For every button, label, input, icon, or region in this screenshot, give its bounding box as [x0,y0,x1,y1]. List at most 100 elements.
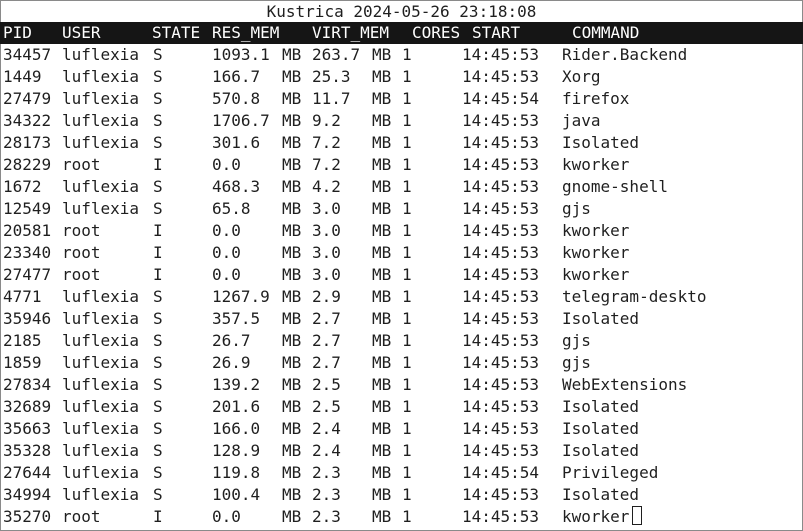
table-row: 34994 luflexia S 100.4 MB 2.3 MB 1 14:45:53 Isola… [0,484,803,506]
cell-virt-unit: MB [372,463,392,482]
table-row: 1449 luflexia S 166.7 MB 25.3 MB 1 14:45:53 Xorg [0,66,803,88]
cell-virt-mem: 11.7 [312,89,351,108]
cell-virt-unit: MB [372,441,392,460]
cell-virt-mem: 263.7 [312,45,361,64]
cell-pid: 34322 [3,111,52,130]
cell-user: luflexia [62,67,140,86]
cell-res-unit: MB [282,177,302,196]
cell-res-mem: 301.6 [212,133,261,152]
header-res-mem: RES_MEM [212,23,280,42]
cell-res-mem: 468.3 [212,177,261,196]
cell-cores: 1 [402,265,412,284]
cell-cores: 1 [402,221,412,240]
table-row: 12549 luflexia S 65.8 MB 3.0 MB 1 14:45:53 gjs [0,198,803,220]
cell-res-mem: 570.8 [212,89,261,108]
cell-state: S [153,331,163,350]
cell-virt-unit: MB [372,155,392,174]
process-table: 34457 luflexia S 1093.1 MB 263.7 MB 1 14:45:53 Ri… [0,44,803,528]
cell-virt-mem: 7.2 [312,133,341,152]
cell-user: root [62,243,101,262]
cell-virt-mem: 2.7 [312,331,341,350]
cell-command: Isolated [562,485,640,504]
cell-cores: 1 [402,463,412,482]
table-row: 27834 luflexia S 139.2 MB 2.5 MB 1 14:45:53 WebEx… [0,374,803,396]
cell-start: 14:45:53 [462,331,540,350]
cell-virt-mem: 2.4 [312,441,341,460]
cell-command: Privileged [562,463,659,482]
cell-command: kworker [562,243,630,262]
cell-command: kworker [562,265,630,284]
cell-pid: 2185 [3,331,42,350]
cell-cores: 1 [402,309,412,328]
cell-virt-unit: MB [372,133,392,152]
cell-res-unit: MB [282,111,302,130]
cell-pid: 35663 [3,419,52,438]
cell-pid: 35946 [3,309,52,328]
cell-pid: 27477 [3,265,52,284]
cell-command: Isolated [562,133,640,152]
cell-start: 14:45:53 [462,287,540,306]
cell-pid: 1449 [3,67,42,86]
cell-cores: 1 [402,507,412,526]
table-row: 28229 root I 0.0 MB 7.2 MB 1 14:45:53 kworker [0,154,803,176]
cell-start: 14:45:53 [462,397,540,416]
cell-pid: 12549 [3,199,52,218]
header-pid: PID [3,23,32,42]
cell-user: luflexia [62,353,140,372]
table-row: 27479 luflexia S 570.8 MB 11.7 MB 1 14:45:54 fire… [0,88,803,110]
cell-res-unit: MB [282,397,302,416]
cell-virt-mem: 25.3 [312,67,351,86]
table-row: 2185 luflexia S 26.7 MB 2.7 MB 1 14:45:53 gjs [0,330,803,352]
cell-cores: 1 [402,67,412,86]
cell-user: root [62,265,101,284]
cell-state: I [153,155,163,174]
cell-res-unit: MB [282,243,302,262]
cell-res-unit: MB [282,419,302,438]
cell-res-mem: 65.8 [212,199,251,218]
cell-start: 14:45:53 [462,111,540,130]
cell-res-mem: 166.7 [212,67,261,86]
cell-virt-mem: 7.2 [312,155,341,174]
cell-user: luflexia [62,331,140,350]
cell-command: Isolated [562,309,640,328]
cell-state: I [153,221,163,240]
cell-command: kworker [562,221,630,240]
cell-pid: 20581 [3,221,52,240]
cell-res-mem: 119.8 [212,463,261,482]
cell-start: 14:45:53 [462,221,540,240]
table-row: 35946 luflexia S 357.5 MB 2.7 MB 1 14:45:53 Isola… [0,308,803,330]
cell-start: 14:45:53 [462,45,540,64]
cell-virt-mem: 3.0 [312,199,341,218]
cell-cores: 1 [402,441,412,460]
cell-state: S [153,111,163,130]
cell-cores: 1 [402,89,412,108]
cell-state: S [153,287,163,306]
cell-start: 14:45:53 [462,375,540,394]
cell-user: root [62,155,101,174]
cell-res-unit: MB [282,155,302,174]
cell-user: luflexia [62,419,140,438]
cell-res-unit: MB [282,485,302,504]
cell-state: S [153,67,163,86]
cell-res-unit: MB [282,67,302,86]
cell-user: luflexia [62,463,140,482]
header-cores: CORES [412,23,461,42]
cell-cores: 1 [402,155,412,174]
cell-cores: 1 [402,419,412,438]
cell-virt-unit: MB [372,331,392,350]
cell-virt-mem: 2.7 [312,309,341,328]
cell-virt-mem: 3.0 [312,243,341,262]
cell-virt-unit: MB [372,67,392,86]
table-row: 20581 root I 0.0 MB 3.0 MB 1 14:45:53 kworker [0,220,803,242]
header-state: STATE [152,23,201,42]
cell-res-mem: 0.0 [212,221,241,240]
cell-virt-unit: MB [372,287,392,306]
cell-command: Isolated [562,419,640,438]
header-command: COMMAND [572,23,640,42]
cell-user: luflexia [62,111,140,130]
cell-virt-unit: MB [372,221,392,240]
cell-user: root [62,221,101,240]
cell-start: 14:45:53 [462,199,540,218]
cell-virt-unit: MB [372,507,392,526]
cell-virt-unit: MB [372,89,392,108]
